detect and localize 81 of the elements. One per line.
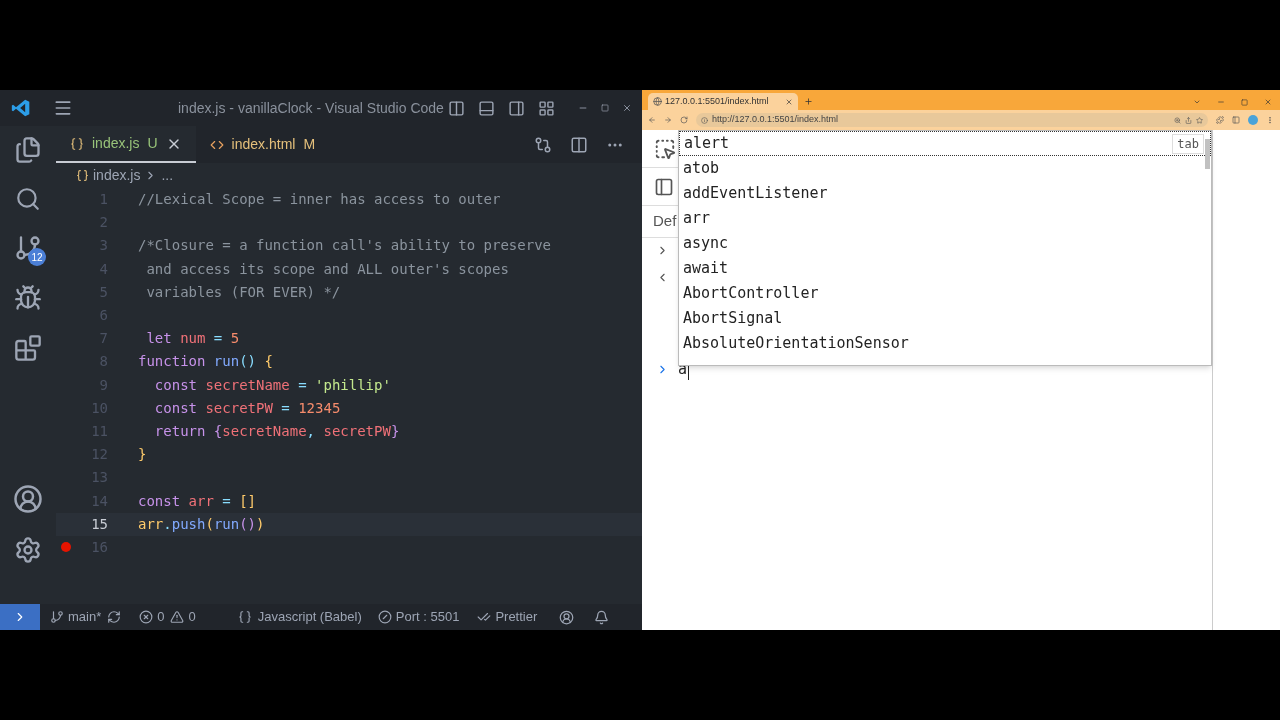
code-line: const secretPW = 12345 [153,398,341,418]
window-title: index.js - vanillaClock - Visual Studio Code [178,98,444,118]
new-tab-icon[interactable] [804,97,813,106]
browser-menu-icon[interactable] [1266,116,1274,124]
branch-icon [50,610,64,624]
tab-search-icon[interactable] [1193,98,1201,106]
suggestion-item[interactable]: AbortSignal [679,306,1211,331]
console-sidebar-icon[interactable] [654,176,674,197]
suggestion-item[interactable]: AbsoluteOrientationSensor [679,331,1211,356]
notifications-icon[interactable] [594,609,610,625]
bookmark-star-icon[interactable] [1196,116,1203,124]
language-icon [237,610,252,624]
customize-layout-icon[interactable] [538,99,555,117]
prettier-status[interactable]: Prettier [495,607,538,627]
open-changes-icon[interactable] [534,135,552,154]
warning-icon [170,610,185,624]
live-server-port[interactable]: Port : 5501 [395,607,460,627]
branch-name[interactable]: main* [68,607,102,627]
double-check-icon [477,610,492,624]
close-icon[interactable] [1264,98,1272,106]
code-line: let num = 5 [145,329,240,349]
code-line: } [138,445,147,465]
feedback-icon[interactable] [559,609,575,625]
address-bar[interactable]: http://127.0.0.1:5501/index.html [696,113,1208,127]
editor-tab[interactable]: index.js U [56,126,196,163]
code-line: const secretName = 'phillip' [153,375,391,395]
vscode-logo-icon [11,98,31,118]
site-info-icon [701,116,708,124]
warning-count[interactable]: 0 [188,607,196,627]
code-line: function run() { [138,352,273,372]
inspect-element-icon[interactable] [654,137,676,160]
search-icon[interactable] [15,186,41,212]
language-mode[interactable]: Javascript (Babel) [257,607,362,627]
suggestion-item[interactable]: addEventListener [679,181,1211,206]
code-line: and access its scope and ALL outer's scopes [145,259,509,279]
error-icon [139,610,154,624]
js-file-icon [76,168,89,182]
extensions-icon[interactable] [14,334,42,362]
js-file-icon [70,136,84,151]
code-line: return {secretName, secretPW} [153,421,400,441]
tab-status: U [147,134,158,153]
close-icon[interactable] [622,103,632,113]
suggestion-item[interactable]: arr [679,206,1211,231]
tab-status: M [303,135,316,154]
browser-tab[interactable]: 127.0.0.1:5501/index.html [648,93,798,110]
log-level-label[interactable]: Def [653,210,677,233]
toggle-panel-icon[interactable] [478,99,495,117]
tab-title: 127.0.0.1:5501/index.html [665,94,769,108]
suggestion-item[interactable]: AbortController [679,281,1211,306]
toggle-sidebar-icon[interactable] [448,99,465,117]
suggestion-item[interactable]: async [679,231,1211,256]
accounts-icon[interactable] [13,484,43,514]
split-editor-icon[interactable] [570,135,588,154]
line-number: 15 [90,514,108,534]
reload-icon[interactable] [680,116,688,124]
port-icon [377,610,392,624]
code-line: //Lexical Scope = inner has access to outer [138,190,501,210]
maximize-icon[interactable] [1241,98,1248,106]
globe-icon [653,97,662,106]
tab-label: index.html [231,135,296,154]
explorer-icon[interactable] [14,136,42,164]
zoom-icon[interactable] [1174,116,1181,124]
code-line: const arr = [] [138,491,257,511]
url-text: http://127.0.0.1:5501/index.html [712,113,839,127]
tab-hint: tab [1172,133,1204,154]
code-line: variables (FOR EVER) */ [145,282,341,302]
sync-icon[interactable] [107,610,122,624]
suggestion-item[interactable]: atob [679,156,1211,181]
settings-icon[interactable] [14,536,42,564]
code-line: /*Closure = a function call's ability to preserve [138,236,551,256]
code-line: arr.push(run()) [138,514,265,534]
error-count[interactable]: 0 [157,607,165,627]
suggestion-item[interactable]: await [679,256,1211,281]
notification-badge: 12 [28,248,46,266]
menu-icon[interactable] [53,98,73,118]
tab-label: index.js [92,134,140,153]
maximize-icon[interactable] [601,104,609,112]
toggle-secondary-sidebar-icon[interactable] [508,99,525,117]
breadcrumb-file[interactable]: index.js [93,164,141,186]
breadcrumb-more[interactable]: ... [161,164,174,186]
run-debug-icon[interactable] [14,284,42,312]
